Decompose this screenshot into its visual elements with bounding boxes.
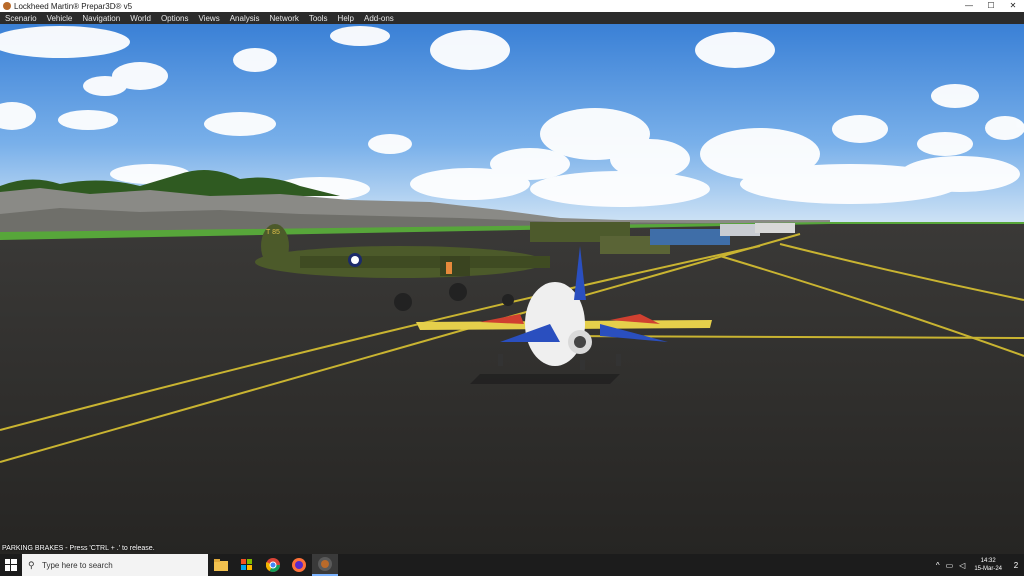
sim-viewport[interactable]: T 85 (0, 24, 1024, 554)
window-title: Lockheed Martin® Prepar3D® v5 (14, 1, 133, 11)
taskbar-file-explorer[interactable] (208, 554, 234, 576)
menu-navigation[interactable]: Navigation (77, 14, 125, 23)
folder-icon (214, 559, 228, 571)
search-placeholder: Type here to search (42, 560, 113, 570)
close-button[interactable]: ✕ (1002, 0, 1024, 12)
menu-network[interactable]: Network (265, 14, 304, 23)
app-icon (3, 2, 11, 10)
prepar3d-icon (318, 557, 332, 571)
notification-badge[interactable]: 2 (1008, 561, 1024, 570)
store-icon (241, 559, 252, 570)
taskbar-firefox[interactable] (286, 554, 312, 576)
minimize-button[interactable]: — (958, 0, 980, 12)
windows-icon (5, 559, 17, 571)
menu-options[interactable]: Options (156, 14, 194, 23)
menu-addons[interactable]: Add-ons (359, 14, 399, 23)
taskbar-store[interactable] (234, 554, 260, 576)
menu-views[interactable]: Views (194, 14, 225, 23)
network-icon[interactable]: ▭ (943, 561, 957, 570)
menu-scenario[interactable]: Scenario (0, 14, 42, 23)
search-icon: ⚲ (28, 559, 35, 570)
status-message: PARKING BRAKES - Press 'CTRL + .' to rel… (2, 545, 155, 552)
menu-help[interactable]: Help (333, 14, 359, 23)
maximize-button[interactable]: ☐ (980, 0, 1002, 12)
menu-world[interactable]: World (125, 14, 156, 23)
clock[interactable]: 14:32 15-Mar-24 (968, 557, 1008, 573)
title-bar: Lockheed Martin® Prepar3D® v5 — ☐ ✕ (0, 0, 1024, 12)
taskbar-prepar3d[interactable] (312, 554, 338, 576)
taskbar-search[interactable]: ⚲ Type here to search (22, 554, 208, 576)
chrome-icon (266, 558, 280, 572)
start-button[interactable] (0, 554, 22, 576)
clock-time: 14:32 (980, 558, 996, 564)
menu-tools[interactable]: Tools (304, 14, 333, 23)
tail-code: T 85 (266, 229, 280, 236)
scene-canvas: T 85 (0, 24, 1024, 554)
chevron-up-icon[interactable]: ^ (933, 561, 943, 570)
taskbar: ⚲ Type here to search ^ ▭ ◁ 14:32 15-Mar… (0, 554, 1024, 576)
volume-icon[interactable]: ◁ (956, 561, 968, 570)
system-tray: ^ ▭ ◁ 14:32 15-Mar-24 2 (933, 554, 1024, 576)
taskbar-chrome[interactable] (260, 554, 286, 576)
clock-date: 15-Mar-24 (974, 566, 1002, 572)
menu-bar: Scenario Vehicle Navigation World Option… (0, 12, 1024, 24)
firefox-icon (292, 558, 306, 572)
menu-vehicle[interactable]: Vehicle (42, 14, 78, 23)
window-controls: — ☐ ✕ (958, 0, 1024, 12)
menu-analysis[interactable]: Analysis (225, 14, 265, 23)
